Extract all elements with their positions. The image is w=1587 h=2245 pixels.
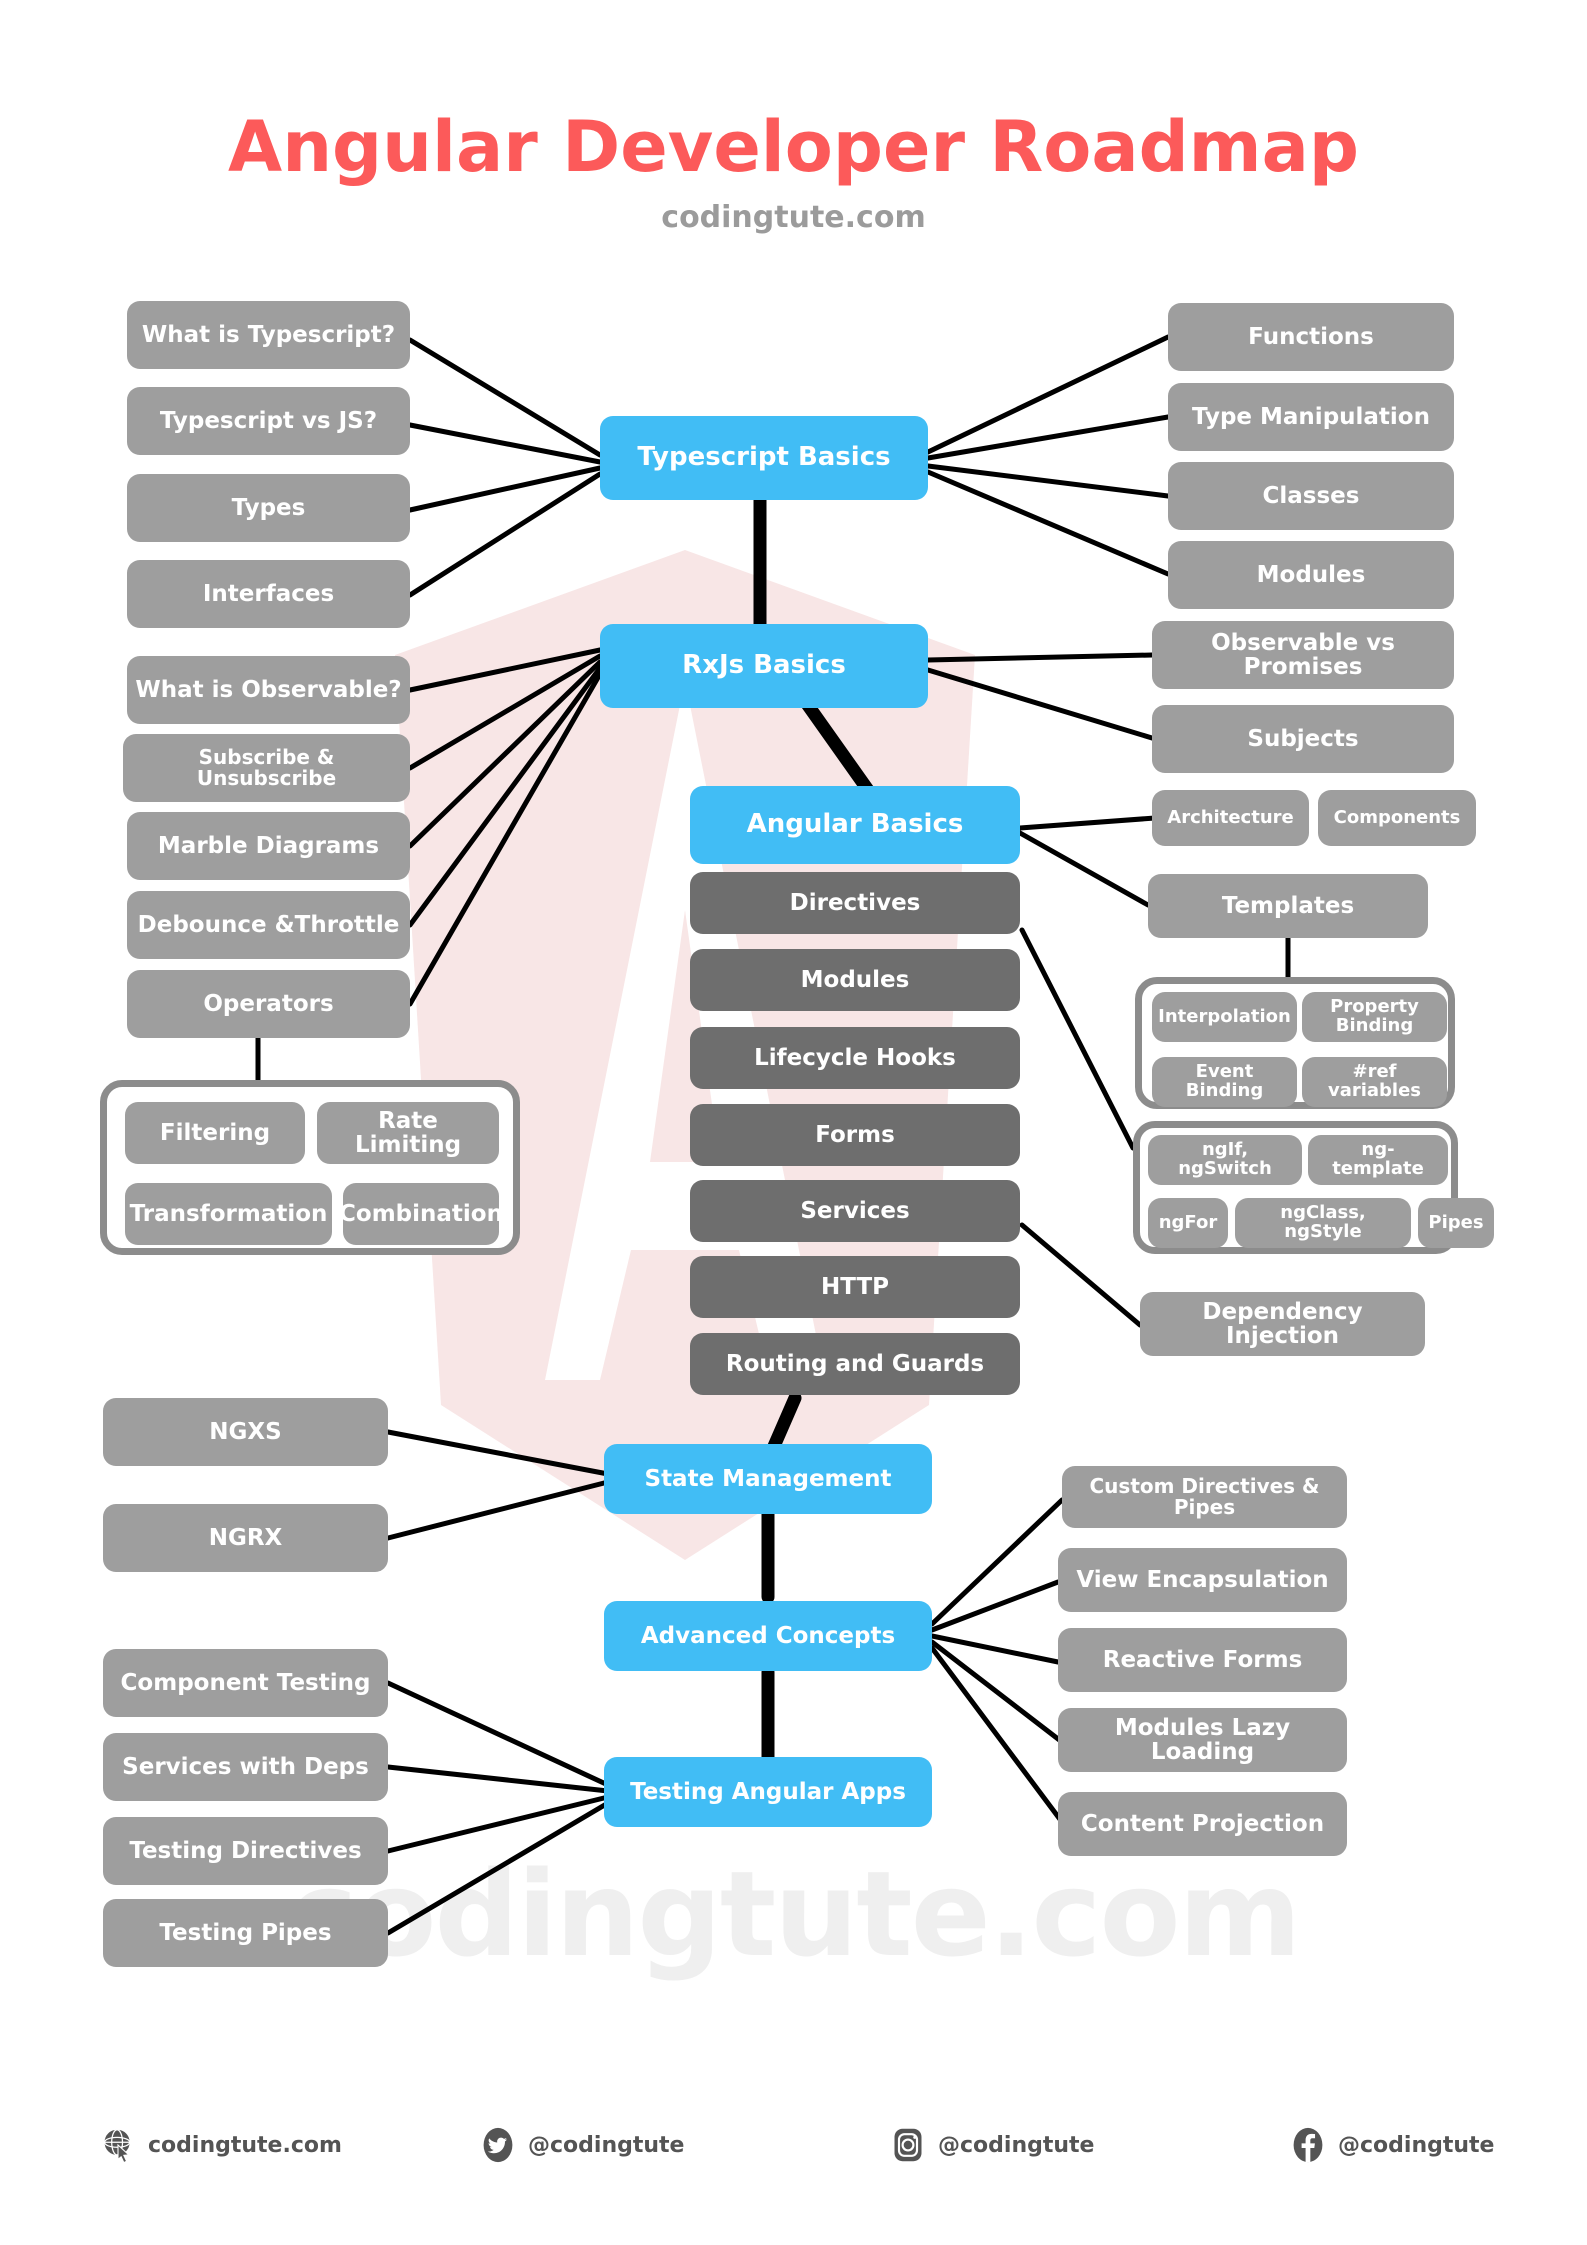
node-forms[interactable]: Forms	[690, 1104, 1020, 1166]
footer-instagram[interactable]: @codingtute	[890, 2110, 1094, 2180]
node-http[interactable]: HTTP	[690, 1256, 1020, 1318]
node-modules-lazy-loading[interactable]: Modules Lazy Loading	[1058, 1708, 1347, 1772]
node-components[interactable]: Components	[1318, 790, 1476, 846]
node-ngfor[interactable]: ngFor	[1148, 1198, 1228, 1248]
node-angular-basics[interactable]: Angular Basics	[690, 786, 1020, 864]
twitter-icon	[483, 2127, 513, 2163]
node-pipes[interactable]: Pipes	[1418, 1198, 1494, 1248]
footer-instagram-label: @codingtute	[938, 2132, 1095, 2158]
node-component-testing[interactable]: Component Testing	[103, 1649, 388, 1717]
footer-website-label: codingtute.com	[148, 2132, 342, 2158]
node-interpolation[interactable]: Interpolation	[1152, 992, 1297, 1042]
node-services-with-deps[interactable]: Services with Deps	[103, 1733, 388, 1801]
node-testing-angular-apps[interactable]: Testing Angular Apps	[604, 1757, 932, 1827]
node-combination[interactable]: Combination	[339, 1183, 503, 1245]
node-dependency-injection[interactable]: Dependency Injection	[1140, 1292, 1425, 1356]
node-modules-ts[interactable]: Modules	[1168, 541, 1454, 609]
node-ngclass-ngstyle[interactable]: ngClass, ngStyle	[1235, 1198, 1411, 1248]
node-view-encapsulation[interactable]: View Encapsulation	[1058, 1548, 1347, 1612]
node-debounce-throttle[interactable]: Debounce &Throttle	[127, 891, 410, 959]
node-ng-template[interactable]: ng-template	[1308, 1135, 1448, 1185]
node-lifecycle-hooks[interactable]: Lifecycle Hooks	[690, 1027, 1020, 1089]
instagram-icon	[894, 2128, 922, 2162]
node-subscribe-unsubscribe[interactable]: Subscribe & Unsubscribe	[123, 734, 410, 802]
node-services[interactable]: Services	[690, 1180, 1020, 1242]
node-event-binding[interactable]: Event Binding	[1152, 1057, 1297, 1107]
node-typescript-vs-js[interactable]: Typescript vs JS?	[127, 387, 410, 455]
page-subtitle: codingtute.com	[661, 200, 926, 235]
node-observable-vs-promises[interactable]: Observable vs Promises	[1152, 621, 1454, 689]
node-advanced-concepts[interactable]: Advanced Concepts	[604, 1601, 932, 1671]
node-classes[interactable]: Classes	[1168, 462, 1454, 530]
node-directives[interactable]: Directives	[690, 872, 1020, 934]
node-ref-variables[interactable]: #ref variables	[1302, 1057, 1447, 1107]
footer: codingtute.com @codingtute @codingtute @…	[0, 2110, 1587, 2180]
node-subjects[interactable]: Subjects	[1152, 705, 1454, 773]
node-architecture[interactable]: Architecture	[1152, 790, 1309, 846]
node-content-projection[interactable]: Content Projection	[1058, 1792, 1347, 1856]
footer-website[interactable]: codingtute.com	[100, 2110, 342, 2180]
page-title: Angular Developer Roadmap	[228, 106, 1359, 188]
node-operators[interactable]: Operators	[127, 970, 410, 1038]
node-custom-directives-pipes[interactable]: Custom Directives & Pipes	[1062, 1466, 1347, 1528]
footer-twitter-label: @codingtute	[528, 2132, 685, 2158]
node-state-management[interactable]: State Management	[604, 1444, 932, 1514]
node-marble-diagrams[interactable]: Marble Diagrams	[127, 812, 410, 880]
node-modules-ng[interactable]: Modules	[690, 949, 1020, 1011]
node-transformation[interactable]: Transformation	[125, 1183, 332, 1245]
node-ngif-ngswitch[interactable]: ngIf, ngSwitch	[1148, 1135, 1302, 1185]
node-what-is-typescript[interactable]: What is Typescript?	[127, 301, 410, 369]
node-type-manipulation[interactable]: Type Manipulation	[1168, 383, 1454, 451]
node-ngxs[interactable]: NGXS	[103, 1398, 388, 1466]
node-rxjs-basics[interactable]: RxJs Basics	[600, 624, 928, 708]
node-filtering[interactable]: Filtering	[125, 1102, 305, 1164]
node-functions[interactable]: Functions	[1168, 303, 1454, 371]
node-ngrx[interactable]: NGRX	[103, 1504, 388, 1572]
node-routing-and-guards[interactable]: Routing and Guards	[690, 1333, 1020, 1395]
node-templates[interactable]: Templates	[1148, 874, 1428, 938]
node-property-binding[interactable]: Property Binding	[1302, 992, 1447, 1042]
node-typescript-basics[interactable]: Typescript Basics	[600, 416, 928, 500]
node-what-is-observable[interactable]: What is Observable?	[127, 656, 410, 724]
footer-facebook[interactable]: @codingtute	[1290, 2110, 1494, 2180]
node-types[interactable]: Types	[127, 474, 410, 542]
footer-facebook-label: @codingtute	[1338, 2132, 1495, 2158]
node-reactive-forms[interactable]: Reactive Forms	[1058, 1628, 1347, 1692]
footer-twitter[interactable]: @codingtute	[480, 2110, 684, 2180]
roadmap-canvas: codingtute.com Angular Developer Roadmap…	[0, 0, 1587, 2245]
node-rate-limiting[interactable]: Rate Limiting	[317, 1102, 499, 1164]
node-interfaces[interactable]: Interfaces	[127, 560, 410, 628]
facebook-icon	[1293, 2127, 1323, 2163]
node-testing-pipes[interactable]: Testing Pipes	[103, 1899, 388, 1967]
globe-icon	[103, 2129, 131, 2163]
node-testing-directives[interactable]: Testing Directives	[103, 1817, 388, 1885]
